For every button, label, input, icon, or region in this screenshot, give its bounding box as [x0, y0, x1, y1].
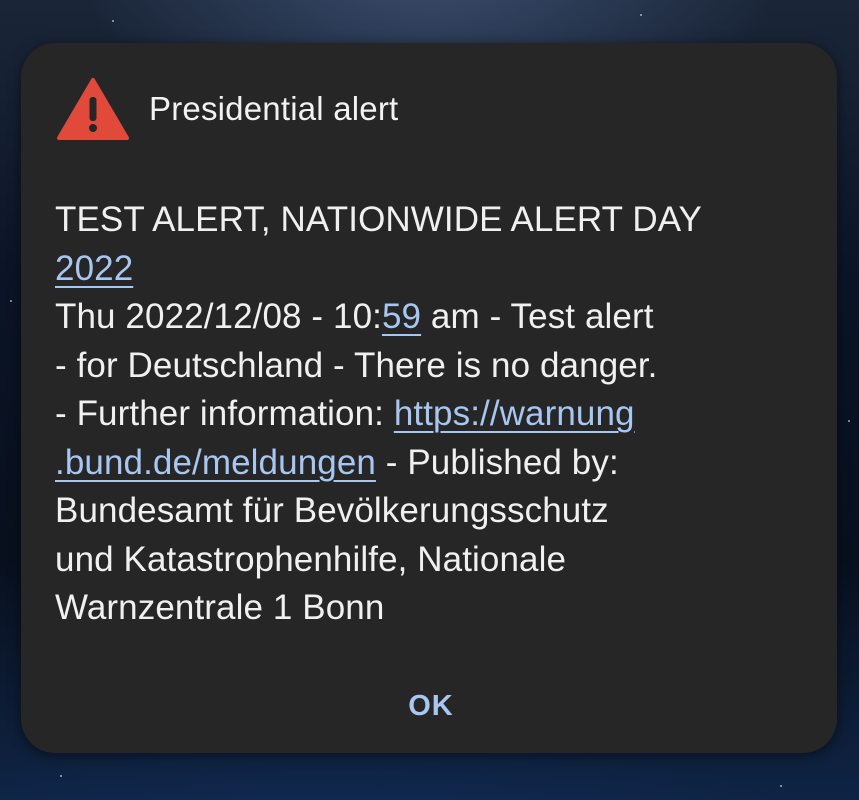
message-line: Thu 2022/12/08 - 10:59 am - Test alert — [55, 293, 815, 342]
year-link[interactable]: 2022 — [55, 249, 133, 288]
star — [780, 785, 782, 787]
minute-link[interactable]: 59 — [382, 297, 421, 336]
dialog-header: Presidential alert — [57, 77, 398, 141]
info-url-link[interactable]: .bund.de/meldungen — [55, 443, 376, 482]
star — [112, 20, 114, 22]
dialog-title: Presidential alert — [149, 90, 399, 127]
message-text: - Published by: — [375, 442, 619, 482]
star — [10, 300, 12, 302]
message-text: - Further information: — [55, 394, 394, 433]
ok-button[interactable]: OK — [391, 683, 471, 729]
message-line: Bundesamt für Bevölkerungsschutz — [55, 491, 609, 530]
message-line: TEST ALERT, NATIONWIDE ALERT DAY — [55, 200, 702, 239]
message-line: 2022 — [55, 245, 815, 294]
message-line: - for Deutschland - There is no danger. — [55, 345, 658, 385]
star — [60, 775, 62, 777]
message-line: Warnzentrale 1 Bonn — [55, 588, 385, 627]
message-text: am - Test alert — [421, 297, 654, 336]
message-text: Thu 2022/12/08 - 10: — [55, 297, 382, 336]
alert-dialog: Presidential alert TEST ALERT, NATIONWID… — [21, 43, 837, 753]
warning-triangle-icon — [57, 78, 129, 140]
star — [640, 14, 642, 16]
info-url-link[interactable]: https://warnung — [394, 394, 635, 433]
message-line: und Katastrophenhilfe, Nationale — [55, 539, 567, 579]
star — [848, 420, 850, 422]
message-line: - Further information: https://warnung — [55, 390, 815, 439]
alert-message: TEST ALERT, NATIONWIDE ALERT DAY 2022 Th… — [55, 196, 815, 633]
message-line: .bund.de/meldungen - Published by: — [55, 439, 815, 488]
